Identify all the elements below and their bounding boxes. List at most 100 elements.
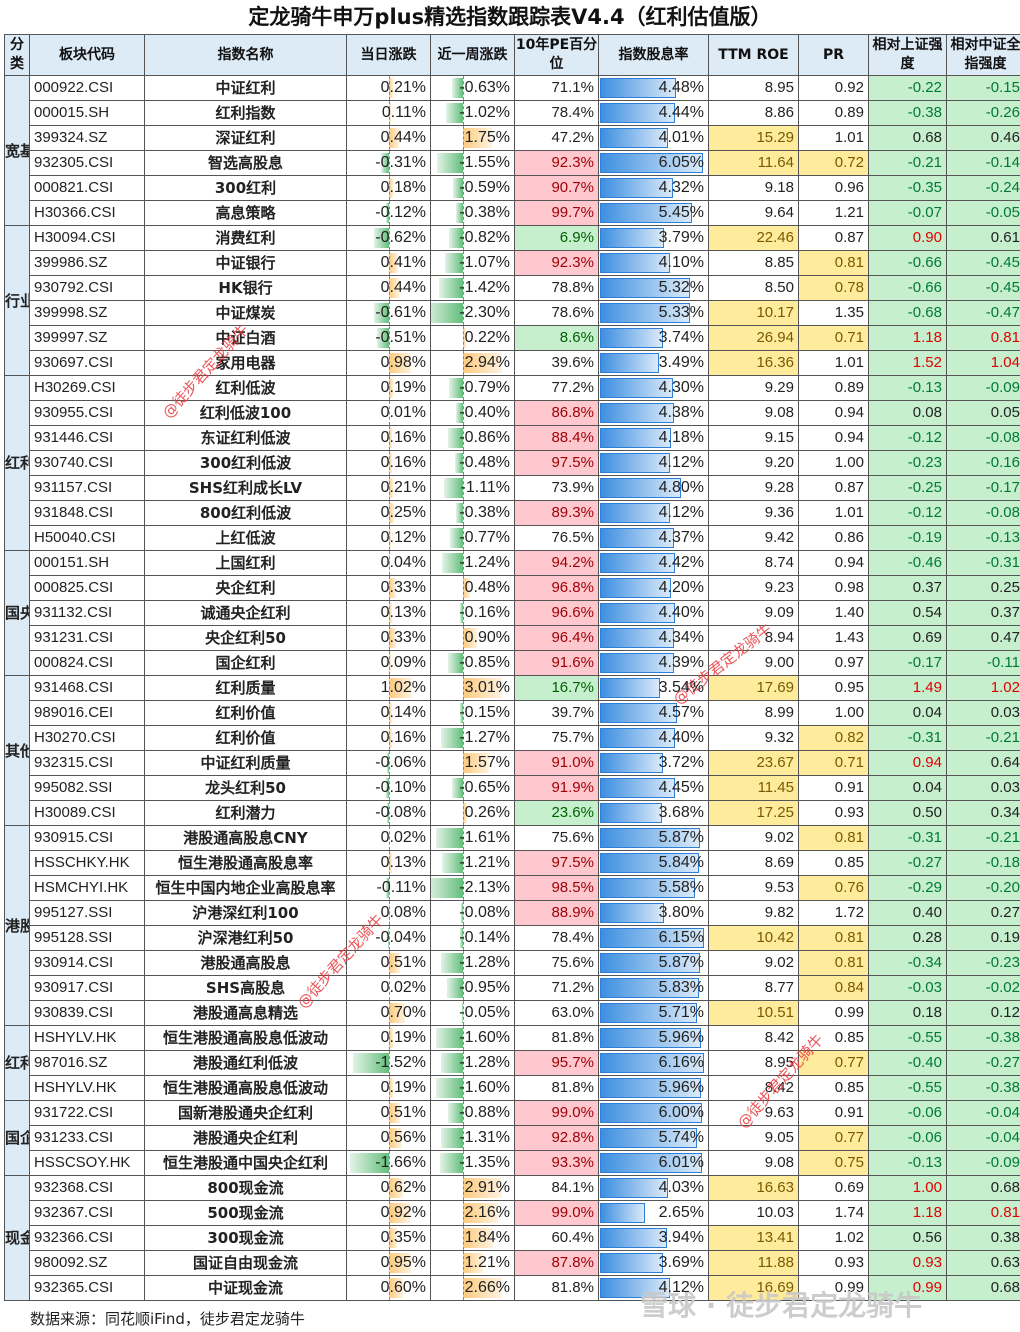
index-code: 930917.CSI	[29, 975, 145, 1001]
col-header-category: 分类	[4, 34, 30, 76]
relative-strength-csi: 0.38	[946, 1225, 1020, 1251]
day-change: -0.51%	[346, 325, 431, 351]
pr-value: 0.94	[798, 550, 869, 576]
relative-strength-sh: 0.40	[868, 900, 947, 926]
week-change: 0.26%	[430, 800, 515, 826]
week-change: -1.21%	[430, 850, 515, 876]
ttm-roe: 9.32	[708, 725, 799, 751]
ttm-roe: 10.42	[708, 925, 799, 951]
dividend-yield: 5.96%	[598, 1075, 709, 1101]
dividend-yield: 5.84%	[598, 850, 709, 876]
pe-percentile: 39.6%	[514, 350, 599, 376]
relative-strength-csi: 0.81	[946, 1200, 1020, 1226]
day-change: 0.14%	[346, 700, 431, 726]
category-cell: 行业红利	[4, 225, 30, 376]
pr-value: 0.78	[798, 275, 869, 301]
week-change-value: 0.48%	[464, 579, 510, 596]
table-row: 399986.SZ 中证银行 0.41% -1.07% 92.3% 4.10% 8.85 0.…	[5, 250, 1020, 276]
week-change: -0.88%	[430, 1100, 515, 1126]
col-header-pr: PR	[798, 34, 869, 76]
week-change: -1.61%	[430, 825, 515, 851]
dividend-yield-value: 4.40%	[658, 604, 704, 621]
week-change-value: -0.14%	[459, 929, 510, 946]
day-change-value: 0.13%	[380, 854, 426, 871]
day-change: -0.62%	[346, 225, 431, 251]
relative-strength-sh: 0.56	[868, 1225, 947, 1251]
relative-strength-sh: 1.18	[868, 325, 947, 351]
category-cell: 国企	[4, 1100, 30, 1176]
day-change: 0.19%	[346, 375, 431, 401]
pe-percentile: 95.7%	[514, 1050, 599, 1076]
pr-value: 1.01	[798, 500, 869, 526]
pe-percentile: 8.6%	[514, 325, 599, 351]
table-row: 其他红利931468.CSI红利质量1.02%3.01%16.7%3.54%17…	[4, 675, 1020, 826]
col-header-code: 板块代码	[29, 34, 145, 76]
relative-strength-csi: -0.13	[946, 525, 1020, 551]
ttm-roe: 9.29	[708, 375, 799, 401]
pr-value: 0.81	[798, 925, 869, 951]
pe-percentile: 76.5%	[514, 525, 599, 551]
dividend-yield: 3.49%	[598, 350, 709, 376]
dividend-yield: 6.16%	[598, 1050, 709, 1076]
pe-percentile: 96.4%	[514, 625, 599, 651]
week-change-value: -0.79%	[459, 379, 510, 396]
index-name: 沪港深红利100	[144, 900, 347, 926]
index-code: 932368.CSI	[29, 1175, 145, 1201]
table-row: 红利低波HSHYLV.HK恒生港股通高股息低波动0.19%-1.60%81.8%…	[4, 1025, 1020, 1101]
table-row: 931157.CSI SHS红利成长LV 0.21% -1.11% 73.9% 4.80%…	[5, 475, 1020, 501]
dividend-yield: 4.12%	[598, 1275, 709, 1301]
relative-strength-sh: 1.52	[868, 350, 947, 376]
pr-value: 0.92	[798, 75, 869, 101]
week-change: -0.65%	[430, 775, 515, 801]
day-change: 0.44%	[346, 125, 431, 151]
week-change: -0.63%	[430, 75, 515, 101]
relative-strength-sh: 1.49	[868, 675, 947, 701]
pr-value: 1.00	[798, 450, 869, 476]
pr-value: 1.74	[798, 1200, 869, 1226]
index-code: 932315.CSI	[29, 750, 145, 776]
dividend-yield: 6.01%	[598, 1150, 709, 1176]
pr-value: 0.93	[798, 1250, 869, 1276]
index-code: 399324.SZ	[29, 125, 145, 151]
day-change: 0.62%	[346, 1175, 431, 1201]
ttm-roe: 10.17	[708, 300, 799, 326]
index-code: 989016.CEI	[29, 700, 145, 726]
week-change-value: -1.21%	[459, 854, 510, 871]
pe-percentile: 60.4%	[514, 1225, 599, 1251]
ttm-roe: 8.99	[708, 700, 799, 726]
dividend-yield-value: 4.42%	[658, 554, 704, 571]
relative-strength-sh: 0.94	[868, 750, 947, 776]
week-change-value: -1.02%	[459, 104, 510, 121]
relative-strength-sh: -0.17	[868, 650, 947, 676]
dividend-yield: 4.01%	[598, 125, 709, 151]
table-row: 931132.CSI 诚通央企红利 0.13% -0.16% 96.6% 4.40% 9.0…	[5, 600, 1020, 626]
dividend-yield: 5.33%	[598, 300, 709, 326]
day-change: 0.02%	[346, 825, 431, 851]
dividend-yield-value: 5.58%	[658, 879, 704, 896]
relative-strength-sh: -0.38	[868, 100, 947, 126]
day-change-value: 0.56%	[380, 1129, 426, 1146]
index-code: HSHYLV.HK	[29, 1025, 145, 1051]
index-name: 央企红利50	[144, 625, 347, 651]
relative-strength-sh: -0.12	[868, 500, 947, 526]
day-change: 0.08%	[346, 900, 431, 926]
day-change-value: -0.11%	[376, 879, 426, 896]
day-change: 0.16%	[346, 725, 431, 751]
relative-strength-csi: 0.05	[946, 400, 1020, 426]
week-change: 2.91%	[430, 1175, 515, 1201]
day-change: 1.02%	[346, 675, 431, 701]
pr-value: 1.00	[798, 700, 869, 726]
dividend-yield-value: 3.72%	[658, 754, 704, 771]
week-change: -1.27%	[430, 725, 515, 751]
relative-strength-csi: -0.09	[946, 1150, 1020, 1176]
week-change: 1.21%	[430, 1250, 515, 1276]
week-change: -1.24%	[430, 550, 515, 576]
relative-strength-sh: 0.68	[868, 125, 947, 151]
relative-strength-sh: 0.50	[868, 800, 947, 826]
day-change-value: 0.19%	[380, 1029, 426, 1046]
relative-strength-csi: -0.45	[946, 250, 1020, 276]
pe-percentile: 94.2%	[514, 550, 599, 576]
relative-strength-sh: -0.29	[868, 875, 947, 901]
index-name: 恒生中国内地企业高股息率	[144, 875, 347, 901]
ttm-roe: 23.67	[708, 750, 799, 776]
